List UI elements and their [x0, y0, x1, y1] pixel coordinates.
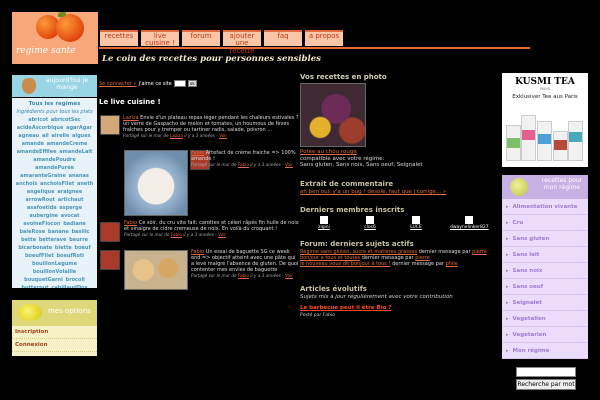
diet-panel-header: recettes pour mon régime	[502, 175, 588, 199]
nav-tab-ajouter-recette[interactable]: ajouter une recette	[223, 30, 261, 54]
avatar	[366, 216, 374, 224]
search-input[interactable]	[516, 367, 576, 377]
comment-section-title: Extrait de commentaire	[300, 180, 394, 188]
post-photo[interactable]	[124, 250, 188, 290]
options-panel-header: mes options	[12, 300, 97, 326]
nav-tab-a-propos[interactable]: a propos	[305, 30, 343, 46]
forum-topic-row: le nouveau vous dit bonjour à tous ! der…	[300, 261, 458, 267]
recipe-link[interactable]: Potée au chou rouge	[300, 149, 357, 155]
recipe-photo[interactable]	[300, 83, 366, 147]
photo-section-title: Vos recettes en photo	[300, 73, 387, 81]
nut-icon	[22, 78, 36, 94]
avatar[interactable]	[100, 115, 120, 135]
option-inscription[interactable]: Inscription	[12, 326, 97, 339]
live-post: Laziza Envie d'un plateau repas léger pe…	[123, 115, 299, 139]
tags-subtitle: Ingrédients pour tous les plats	[16, 109, 93, 115]
fruit-icon	[510, 178, 528, 196]
tags-title[interactable]: Tous les regimes	[13, 100, 96, 108]
site-logo[interactable]: regime sante	[12, 12, 98, 64]
live-title: Le live cuisine !	[99, 98, 161, 106]
articles-subtitle: Sujets mis à jour régulièrement avec vot…	[300, 294, 453, 300]
members-list: zigini clos6 LUCE dwaynelinker827 fanfan…	[312, 216, 536, 230]
diet-list: Alimentation vivante Cru Sans gluten San…	[502, 199, 588, 359]
today-title: aujourd'hui je mange	[45, 77, 89, 92]
avatar[interactable]	[100, 250, 120, 270]
live-post: Fabio Artefact de crème fraiche => 100% …	[191, 150, 299, 168]
diet-item[interactable]: Sans lait	[502, 247, 588, 263]
like-ok-button[interactable]: ok	[187, 80, 197, 87]
member-item[interactable]: LUCE	[404, 216, 428, 230]
diet-item[interactable]: Vegetarien	[502, 327, 588, 343]
member-item[interactable]: dwaynelinker827	[450, 216, 489, 230]
photo-caption: Potée au chou rouge compatible avec votr…	[300, 149, 423, 168]
post-text: Envie d'un plateau repas léger pendant l…	[123, 115, 299, 133]
avatar	[465, 216, 473, 224]
diet-item[interactable]: Cru	[502, 215, 588, 231]
members-section-title: Derniers membres inscrits	[300, 206, 405, 214]
options-title: mes options	[48, 307, 91, 315]
login-link[interactable]: Se connecter »	[99, 81, 137, 87]
ingredient-tag-cloud: Tous les regimes Ingrédients pour tous l…	[12, 98, 97, 288]
nav-tab-faq[interactable]: faq	[264, 30, 302, 46]
member-item[interactable]: clos6	[358, 216, 382, 230]
avatar[interactable]	[100, 222, 120, 242]
login-bar: Se connecter » j'aime ce site ok	[99, 80, 197, 87]
ad-tagline: Exklusiver Tee aus Paris	[512, 94, 578, 100]
like-select[interactable]	[173, 80, 186, 87]
ad-image	[506, 107, 584, 161]
live-post: Fabio Ce soir, du cru vite fait: carotte…	[124, 220, 300, 238]
login-suffix: j'aime ce site	[138, 80, 172, 87]
member-item[interactable]: zigini	[312, 216, 336, 230]
avatar	[320, 216, 328, 224]
nav-tab-live-cuisine[interactable]: live cuisine !	[141, 30, 179, 47]
live-post: Fabio Un essai de baguette SG ce week en…	[191, 249, 299, 279]
post-meta: Partagé sur le mur de Fabio il y a 3 ann…	[191, 162, 294, 167]
diet-item[interactable]: Vegetalien	[502, 311, 588, 327]
post-meta: Partagé sur le mur de Laziza il y a 3 an…	[123, 133, 228, 138]
forum-section-title: Forum: derniers sujets actifs	[300, 240, 414, 248]
diet-item[interactable]: Alimentation vivante	[502, 199, 588, 215]
ad-city: PARIS	[540, 87, 550, 91]
diet-item[interactable]: Sans oeuf	[502, 279, 588, 295]
diet-item[interactable]: Mon régime	[502, 343, 588, 359]
option-connexion[interactable]: Connexion	[12, 339, 97, 352]
site-tagline: Le coin des recettes pour personnes sens…	[102, 54, 321, 64]
header-divider	[99, 47, 530, 49]
comment-excerpt[interactable]: ah ben oui, y'a un bug ! désolé, faut qu…	[300, 189, 446, 196]
forum-topics: Régime sans gluten, sucre et matières gr…	[300, 249, 500, 267]
leaf-icon	[58, 12, 66, 17]
post-meta: Partagé sur le mur de Fabio il y a 3 ann…	[191, 273, 294, 278]
post-photo[interactable]	[124, 150, 188, 216]
options-list: Inscription Connexion	[12, 326, 97, 356]
kusmi-tea-ad[interactable]: KUSMI TEA PARIS Exklusiver Tee aus Paris	[502, 73, 588, 167]
article-link[interactable]: Le barbecue peut il être Bio ?	[300, 305, 392, 312]
diet-panel-title: recettes pour mon régime	[541, 177, 583, 191]
lemon-icon	[18, 304, 42, 321]
articles-section-title: Articles évolutifs	[300, 285, 367, 293]
top-nav: recettes live cuisine ! forum ajouter un…	[100, 30, 343, 54]
nav-tab-forum[interactable]: forum	[182, 30, 220, 46]
avatar	[412, 216, 420, 224]
logo-text: regime sante	[16, 46, 76, 56]
diet-item[interactable]: Seignalet	[502, 295, 588, 311]
article-byline: Posté par Fabio	[300, 313, 335, 318]
ingredient-tags[interactable]: abricot abricotSec acideAscorbique agarA…	[13, 116, 96, 288]
post-text: Artefact de crème fraiche => 100% amande…	[191, 150, 296, 162]
ad-brand: KUSMI TEA	[515, 77, 575, 87]
diet-item[interactable]: Sans gluten	[502, 231, 588, 247]
search-button[interactable]: Recherche par mot	[516, 379, 576, 390]
tomato-icon	[56, 14, 84, 42]
post-meta: Partagé sur le mur de Fabio il y a 3 ann…	[124, 232, 227, 237]
post-text: Un essai de baguette SG ce week end => o…	[191, 249, 299, 273]
today-panel-header: aujourd'hui je mange	[12, 75, 97, 97]
diet-item[interactable]: Sans noix	[502, 263, 588, 279]
nav-tab-recettes[interactable]: recettes	[100, 30, 138, 46]
post-text: Ce soir, du cru vite fait: carottes et c…	[124, 220, 299, 232]
